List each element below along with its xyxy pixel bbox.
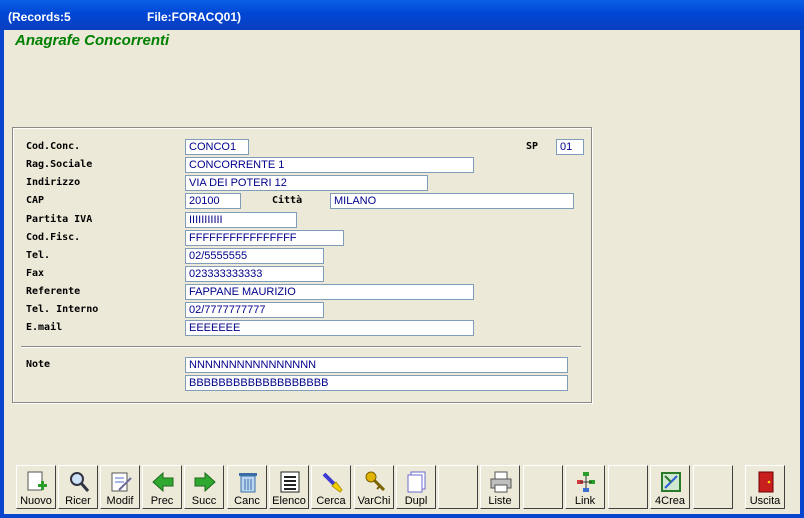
empty-button-3[interactable] (608, 465, 648, 509)
nuovo-button[interactable]: Nuovo (16, 465, 56, 509)
4crea-icon (661, 472, 681, 492)
tel-field[interactable]: 02/5555555 (185, 248, 324, 264)
file-name: File:FORACQ01) (147, 10, 242, 24)
varchi-label: VarChi (357, 495, 391, 507)
list-icon (280, 471, 300, 493)
empty-button-2[interactable] (523, 465, 563, 509)
uscita-label: Uscita (749, 495, 781, 507)
varchi-button[interactable]: VarChi (354, 465, 394, 509)
dupl-label: Dupl (404, 495, 428, 507)
elenco-label: Elenco (272, 495, 306, 507)
partita-iva-field[interactable]: IIIIIIIIIII (185, 212, 297, 228)
liste-label: Liste (488, 495, 512, 507)
label-partita-iva: Partita IVA (26, 214, 93, 225)
ricer-button[interactable]: Ricer (58, 465, 98, 509)
sp-field[interactable]: 01 (556, 139, 584, 155)
label-indirizzo: Indirizzo (26, 177, 81, 188)
nuovo-label: Nuovo (20, 495, 52, 507)
tel-interno-field[interactable]: 02/7777777777 (185, 302, 324, 318)
bottom-toolbar: Nuovo Ricer Modif Prec Succ Canc Elenco (12, 465, 794, 511)
label-cod-conc: Cod.Conc. (26, 141, 81, 152)
prec-button[interactable]: Prec (142, 465, 182, 509)
label-sp: SP (526, 141, 539, 152)
email-field[interactable]: EEEEEEE (185, 320, 474, 336)
title-bar[interactable]: (Records:5 File:FORACQ01) (0, 0, 804, 30)
dupl-button[interactable]: Dupl (396, 465, 436, 509)
modif-button[interactable]: Modif (100, 465, 140, 509)
label-note: Note (26, 359, 51, 370)
new-document-icon (27, 471, 47, 491)
canc-button[interactable]: Canc (227, 465, 267, 509)
indirizzo-field[interactable]: VIA DEI POTERI 12 (185, 175, 428, 191)
label-tel-interno: Tel. Interno (26, 304, 99, 315)
4crea-button[interactable]: 4Crea (650, 465, 690, 509)
main-window: Anagrafe Concorrenti Cod.Conc. CONCO1 SP… (4, 30, 800, 514)
empty-button-1[interactable] (438, 465, 478, 509)
label-citta: Città (272, 195, 303, 206)
cod-conc-field[interactable]: CONCO1 (185, 139, 249, 155)
records-count: (Records:5 (8, 10, 71, 24)
link-button[interactable]: Link (565, 465, 605, 509)
4crea-label: 4Crea (655, 495, 685, 507)
succ-button[interactable]: Succ (184, 465, 224, 509)
arrow-left-icon (152, 471, 174, 493)
tree-icon (577, 472, 595, 492)
duplicate-icon (407, 471, 426, 493)
flashlight-icon (322, 472, 343, 493)
label-cap: CAP (26, 195, 45, 206)
note-field-line2[interactable]: BBBBBBBBBBBBBBBBBBB (185, 375, 568, 391)
cap-field[interactable]: 20100 (185, 193, 241, 209)
rag-sociale-field[interactable]: CONCORRENTE 1 (185, 157, 474, 173)
edit-document-icon (111, 472, 132, 492)
canc-label: Canc (234, 495, 260, 507)
trash-icon (239, 473, 257, 493)
record-form-panel: Cod.Conc. CONCO1 SP 01 Rag.Sociale CONCO… (12, 127, 592, 403)
arrow-right-icon (194, 471, 216, 493)
note-field-line1[interactable]: NNNNNNNNNNNNNNNN (185, 357, 568, 373)
elenco-button[interactable]: Elenco (269, 465, 309, 509)
label-referente: Referente (26, 286, 81, 297)
link-label: Link (574, 495, 596, 507)
modif-label: Modif (106, 495, 134, 507)
cerca-button[interactable]: Cerca (311, 465, 351, 509)
window-frame-right (800, 0, 804, 518)
printer-icon (490, 471, 512, 493)
ricer-label: Ricer (65, 495, 91, 507)
keys-icon (365, 471, 386, 492)
label-email: E.mail (26, 322, 63, 333)
label-rag-sociale: Rag.Sociale (26, 159, 93, 170)
window-frame-bottom (0, 514, 804, 518)
fax-field[interactable]: 023333333333 (185, 266, 324, 282)
exit-door-icon (758, 471, 774, 493)
search-magnifier-icon (70, 472, 90, 492)
label-tel: Tel. (26, 250, 51, 261)
prec-label: Prec (150, 495, 174, 507)
cerca-label: Cerca (316, 495, 346, 507)
citta-field[interactable]: MILANO (330, 193, 574, 209)
uscita-button[interactable]: Uscita (745, 465, 785, 509)
liste-button[interactable]: Liste (480, 465, 520, 509)
empty-button-4[interactable] (693, 465, 733, 509)
label-fax: Fax (26, 268, 45, 279)
label-cod-fisc: Cod.Fisc. (26, 232, 81, 243)
divider (21, 346, 581, 348)
referente-field[interactable]: FAPPANE MAURIZIO (185, 284, 474, 300)
cod-fisc-field[interactable]: FFFFFFFFFFFFFFFF (185, 230, 344, 246)
succ-label: Succ (191, 495, 217, 507)
page-title: Anagrafe Concorrenti (15, 32, 170, 49)
